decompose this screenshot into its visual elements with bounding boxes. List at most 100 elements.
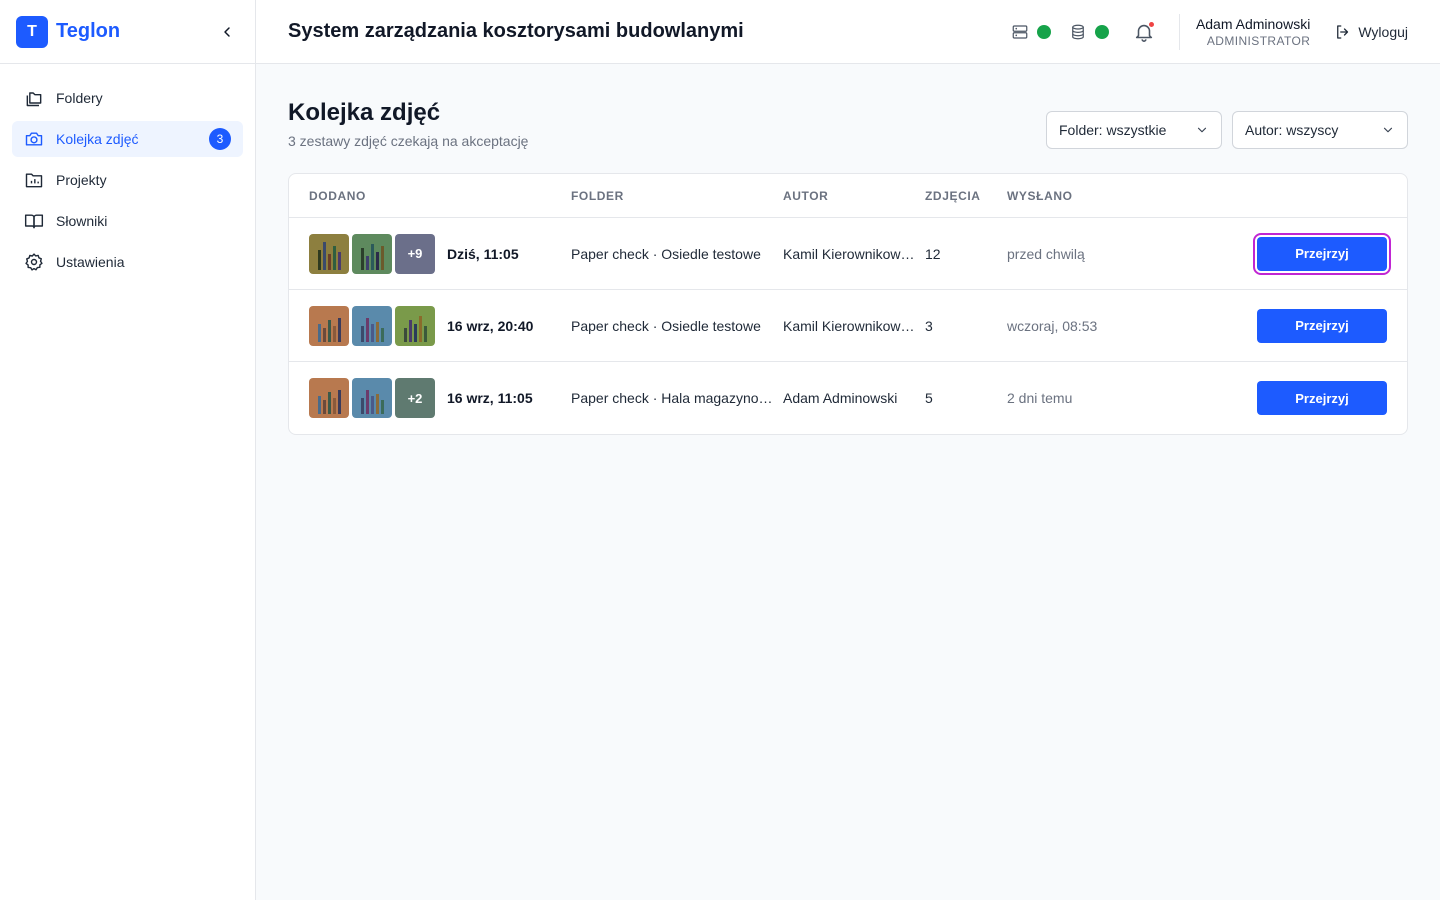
- photo-thumbnail[interactable]: [309, 305, 349, 346]
- col-header-sent: WYSŁANO: [1007, 188, 1073, 203]
- chevron-down-icon: [1383, 127, 1393, 133]
- chevron-left-icon: [224, 26, 230, 37]
- col-header-photos: ZDJĘCIA: [925, 188, 981, 203]
- photo-thumbnails[interactable]: [309, 305, 438, 346]
- sent-cell: 2 dni temu: [1007, 390, 1073, 406]
- author-cell: Kamil Kierownikowski: [783, 317, 918, 334]
- photos-count-cell: 5: [925, 390, 933, 406]
- folder-cell: Paper check · Hala magazynowa: [571, 390, 777, 406]
- added-date: 16 wrz, 20:40: [447, 317, 534, 334]
- photo-thumbnails[interactable]: +9: [309, 233, 438, 274]
- photo-thumbnail[interactable]: [352, 378, 392, 418]
- top-header: System zarządzania kosztorysami budowlan…: [256, 0, 1440, 64]
- review-button[interactable]: Przejrzyj: [1257, 381, 1387, 415]
- logout-button[interactable]: Wyloguj: [1334, 23, 1408, 41]
- folder-chart-icon: [25, 173, 43, 188]
- folders-icon: [26, 92, 42, 107]
- server-status-dot: [1036, 24, 1051, 39]
- gear-icon: [25, 253, 43, 271]
- photo-thumbnail[interactable]: [309, 233, 349, 274]
- filters: Folder: wszystkie Autor: wszyscy: [1046, 111, 1408, 149]
- sidebar-item-label: Foldery: [56, 90, 103, 106]
- sidebar-item-kolejka-zdjec[interactable]: Kolejka zdjęć 3: [12, 121, 243, 157]
- notifications-button[interactable]: [1133, 20, 1155, 43]
- photo-thumbnail[interactable]: [352, 305, 392, 346]
- sidebar: T Teglon Foldery Kolejka zdjęć 3 Projekt…: [0, 0, 256, 900]
- sent-cell: przed chwilą: [1007, 245, 1085, 262]
- added-cell: +2 16 wrz, 11:05: [289, 378, 571, 418]
- collapse-sidebar-button[interactable]: [215, 20, 239, 44]
- database-icon: [1072, 24, 1084, 39]
- book-icon: [24, 214, 44, 229]
- actions-cell: Przejrzyj: [1157, 381, 1407, 415]
- more-photos-count: +9: [407, 246, 423, 261]
- author-cell: Kamil Kierownikowski: [783, 245, 918, 262]
- added-cell: +9 Dziś, 11:05: [289, 233, 571, 274]
- more-photos-thumbnail[interactable]: +2: [395, 378, 435, 418]
- page-subtitle: 3 zestawy zdjęć czekają na akceptację: [288, 133, 529, 149]
- review-button[interactable]: Przejrzyj: [1257, 308, 1387, 343]
- logout-icon: [1337, 24, 1349, 39]
- folder-filter-select[interactable]: Folder: wszystkie: [1046, 111, 1222, 149]
- folder-filter-value: Folder: wszystkie: [1059, 122, 1167, 138]
- more-photos-thumbnail[interactable]: +9: [395, 233, 435, 274]
- main-content: Kolejka zdjęć 3 zestawy zdjęć czekają na…: [256, 64, 1440, 900]
- actions-cell: Przejrzyj: [1157, 232, 1407, 275]
- sidebar-item-label: Kolejka zdjęć: [56, 131, 139, 147]
- author-cell: Adam Adminowski: [783, 390, 898, 406]
- queue-count-badge: 3: [209, 128, 231, 150]
- photos-count-cell: 12: [925, 245, 941, 262]
- user-role: ADMINISTRATOR: [1206, 33, 1311, 48]
- server-icon: [1012, 24, 1028, 39]
- table-row: +2 16 wrz, 11:05 Paper check · Hala maga…: [289, 362, 1407, 434]
- sent-cell: wczoraj, 08:53: [1007, 317, 1098, 334]
- photo-thumbnail[interactable]: [395, 305, 435, 346]
- logo: T: [16, 15, 48, 48]
- col-header-added: DODANO: [309, 188, 366, 203]
- title-block: Kolejka zdjęć 3 zestawy zdjęć czekają na…: [288, 96, 528, 149]
- table-row: 16 wrz, 20:40 Paper check · Osiedle test…: [289, 290, 1407, 362]
- folder-cell: Paper check · Osiedle testowe: [571, 317, 761, 334]
- photo-queue-table: DODANO FOLDER AUTOR ZDJĘCIA WYSŁANO +9 D…: [288, 173, 1408, 435]
- app-title: System zarządzania kosztorysami budowlan…: [288, 20, 744, 42]
- col-header-author: AUTOR: [783, 188, 829, 203]
- review-button[interactable]: Przejrzyj: [1253, 232, 1391, 275]
- sidebar-item-slowniki[interactable]: Słowniki: [12, 203, 243, 239]
- user-name: Adam Adminowski: [1195, 15, 1311, 32]
- sidebar-item-label: Ustawienia: [56, 254, 125, 270]
- logout-label: Wyloguj: [1358, 23, 1408, 40]
- server-status: [1011, 23, 1051, 41]
- folder-cell: Paper check · Osiedle testowe: [571, 245, 761, 262]
- brand: T Teglon: [0, 0, 255, 64]
- photos-count-cell: 3: [925, 317, 933, 334]
- camera-icon: [25, 132, 43, 146]
- notification-dot: [1147, 20, 1155, 28]
- sidebar-item-projekty[interactable]: Projekty: [12, 162, 243, 198]
- user-info: Adam Adminowski ADMINISTRATOR: [1196, 16, 1310, 48]
- sidebar-nav: Foldery Kolejka zdjęć 3 Projekty Słownik…: [0, 64, 255, 301]
- chevron-down-icon: [1197, 127, 1207, 133]
- sidebar-item-label: Słowniki: [56, 213, 108, 229]
- added-cell: 16 wrz, 20:40: [289, 305, 571, 346]
- author-filter-value: Autor: wszyscy: [1245, 122, 1339, 138]
- sidebar-item-foldery[interactable]: Foldery: [12, 80, 243, 116]
- page-title: Kolejka zdjęć: [288, 99, 441, 126]
- database-status-dot: [1094, 24, 1109, 39]
- sidebar-item-ustawienia[interactable]: Ustawienia: [12, 244, 243, 280]
- brand-name: Teglon: [56, 20, 121, 42]
- photo-thumbnail[interactable]: [309, 378, 349, 418]
- added-date: 16 wrz, 11:05: [447, 390, 533, 406]
- sidebar-item-label: Projekty: [56, 172, 107, 188]
- table-header: DODANO FOLDER AUTOR ZDJĘCIA WYSŁANO: [289, 174, 1407, 218]
- header-divider: [1178, 13, 1180, 50]
- actions-cell: Przejrzyj: [1157, 308, 1407, 343]
- more-photos-count: +2: [407, 390, 423, 406]
- col-header-folder: FOLDER: [571, 188, 624, 203]
- table-row: +9 Dziś, 11:05 Paper check · Osiedle tes…: [289, 218, 1407, 290]
- header-right: Adam Adminowski ADMINISTRATOR Wyloguj: [997, 0, 1408, 63]
- title-row: Kolejka zdjęć 3 zestawy zdjęć czekają na…: [288, 96, 1408, 149]
- database-status: [1069, 23, 1109, 41]
- author-filter-select[interactable]: Autor: wszyscy: [1232, 111, 1408, 149]
- photo-thumbnail[interactable]: [352, 233, 392, 274]
- photo-thumbnails[interactable]: +2: [309, 378, 438, 418]
